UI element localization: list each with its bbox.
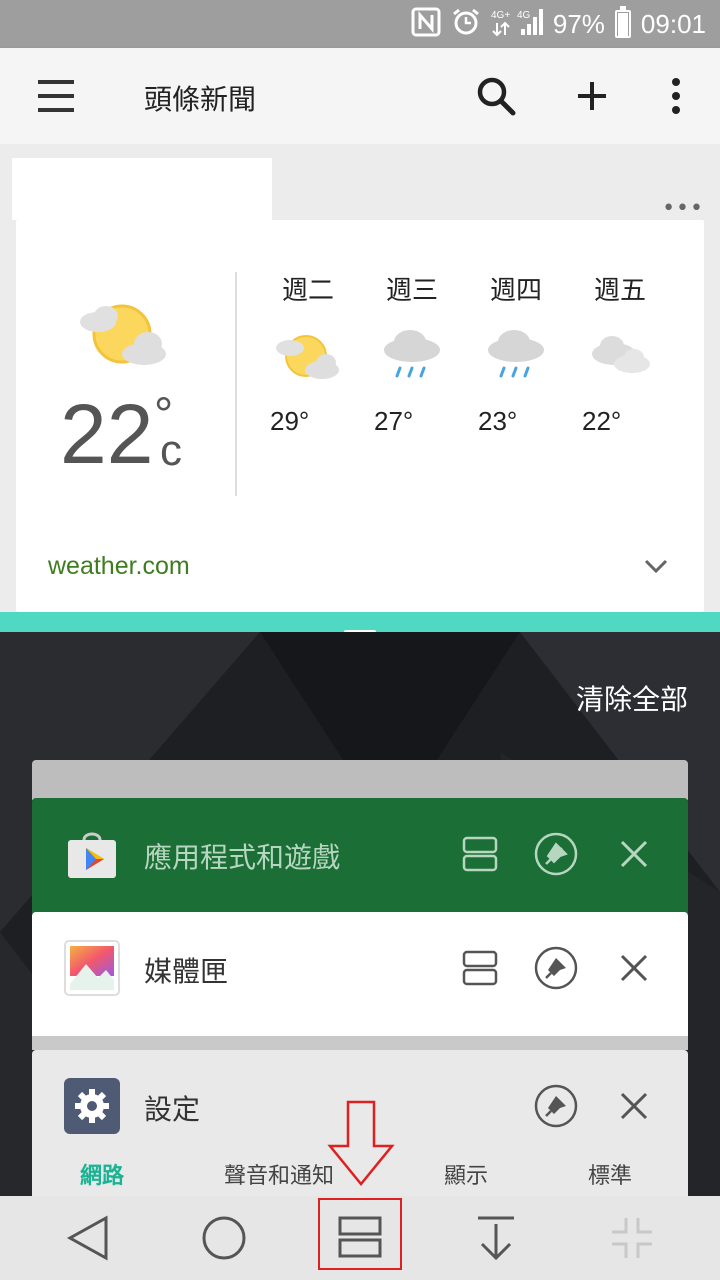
battery-icon xyxy=(614,6,631,38)
recent-card-label: 設定 xyxy=(144,1093,201,1126)
partly-sunny-icon xyxy=(76,300,172,376)
rain-icon xyxy=(380,328,444,384)
close-icon[interactable] xyxy=(610,830,658,878)
play-store-icon xyxy=(64,826,120,882)
app-bar: 頭條新聞 xyxy=(0,48,720,144)
network-4g-icon: 4G+ 4G xyxy=(491,7,543,41)
nfc-icon xyxy=(411,7,441,41)
partly-sunny-icon xyxy=(276,328,340,384)
forecast-day-label: 週三 xyxy=(385,276,438,306)
notification-drawer-icon[interactable] xyxy=(464,1210,528,1266)
split-screen-icon[interactable] xyxy=(456,944,504,992)
forecast-temp: 23° xyxy=(478,406,518,436)
recent-card-gallery[interactable]: 媒體匣 xyxy=(32,912,688,1036)
current-temperature: 22 xyxy=(60,387,154,481)
chevron-down-icon[interactable] xyxy=(640,550,672,582)
forecast-day: 週二 29° xyxy=(256,270,360,437)
menu-icon[interactable] xyxy=(36,78,76,114)
overflow-icon[interactable] xyxy=(652,72,700,120)
highlight-annotation xyxy=(318,1198,402,1270)
tab-general[interactable]: 標準 xyxy=(588,1158,632,1190)
recent-card-peek[interactable] xyxy=(32,1036,688,1050)
recent-card-play-store[interactable]: 應用程式和遊戲 xyxy=(32,798,688,914)
search-icon[interactable] xyxy=(472,72,520,120)
feed-tab-strip xyxy=(12,158,272,220)
svg-text:4G+: 4G+ xyxy=(491,10,510,21)
pin-icon[interactable] xyxy=(532,1082,580,1130)
weather-divider xyxy=(235,272,237,496)
forecast-day: 週五 22° xyxy=(568,270,672,437)
svg-text:4G: 4G xyxy=(517,10,531,21)
forecast-day-label: 週二 xyxy=(281,276,334,306)
cloudy-icon xyxy=(588,328,652,384)
arrow-annotation-icon xyxy=(327,1100,395,1186)
recent-card-peek[interactable] xyxy=(32,760,688,800)
forecast-temp: 27° xyxy=(374,406,414,436)
pin-icon[interactable] xyxy=(532,830,580,878)
status-bar: 4G+ 4G 97% 09:01 xyxy=(0,0,720,48)
page-title: 頭條新聞 xyxy=(144,83,257,116)
recent-card-label: 應用程式和遊戲 xyxy=(144,841,341,874)
alarm-icon xyxy=(451,7,481,41)
forecast-temp: 22° xyxy=(582,406,622,436)
card-more-icon[interactable]: ••• xyxy=(662,196,704,221)
tab-network[interactable]: 網路 xyxy=(80,1158,124,1190)
close-icon[interactable] xyxy=(610,1082,658,1130)
settings-gear-icon xyxy=(64,1078,120,1134)
pin-icon[interactable] xyxy=(532,944,580,992)
split-screen-icon[interactable] xyxy=(456,830,504,878)
gallery-icon xyxy=(64,940,120,996)
fullscreen-exit-icon[interactable] xyxy=(600,1210,664,1266)
temperature-unit: c xyxy=(160,426,182,475)
clear-all-button[interactable]: 清除全部 xyxy=(576,678,688,718)
clock: 09:01 xyxy=(640,8,706,39)
back-icon[interactable] xyxy=(58,1210,122,1266)
close-icon[interactable] xyxy=(610,944,658,992)
forecast-day: 週三 27° xyxy=(360,270,464,437)
weather-card[interactable]: 22 ° c 週二 29° 週三 27° 週四 23° 週五 22° weath… xyxy=(16,220,704,612)
battery-percent: 97% xyxy=(552,8,605,39)
forecast-day-label: 週四 xyxy=(489,276,542,306)
forecast-temp: 29° xyxy=(270,406,310,436)
weather-source-link[interactable]: weather.com xyxy=(48,552,190,581)
add-icon[interactable] xyxy=(568,72,616,120)
tab-display[interactable]: 顯示 xyxy=(444,1158,488,1190)
tab-sound[interactable]: 聲音和通知 xyxy=(224,1158,334,1190)
recent-card-label: 媒體匣 xyxy=(144,955,229,988)
forecast-day-label: 週五 xyxy=(593,276,646,306)
home-icon[interactable] xyxy=(192,1210,256,1266)
rain-icon xyxy=(484,328,548,384)
forecast-day: 週四 23° xyxy=(464,270,568,437)
